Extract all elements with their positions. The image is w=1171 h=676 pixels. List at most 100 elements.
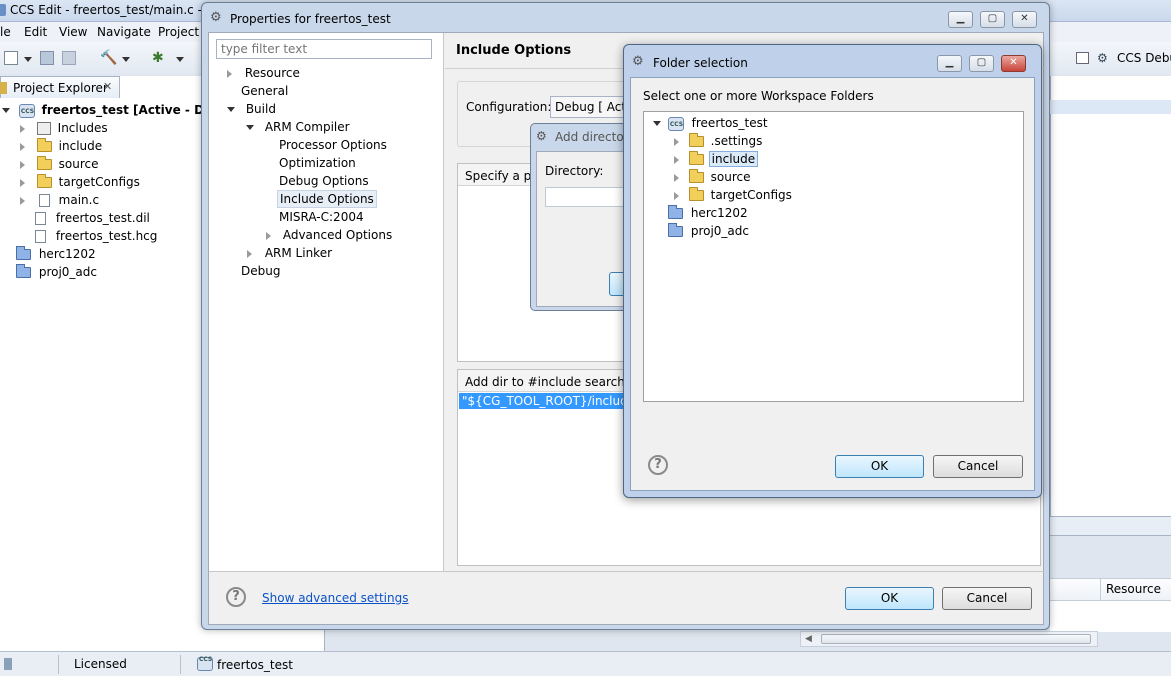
tree-item-targetconfigs[interactable]: targetConfigs (20, 173, 140, 191)
tree-item-hcg[interactable]: freertos_test.hcg (35, 227, 157, 245)
tree-item-include[interactable]: include (20, 137, 102, 155)
tree-item-herc1202[interactable]: herc1202 (16, 245, 96, 263)
build-dropdown-icon[interactable] (122, 57, 130, 62)
folder-item-source[interactable]: source (674, 168, 751, 186)
close-button[interactable]: ✕ (1012, 11, 1037, 28)
tree-item-dil[interactable]: freertos_test.dil (35, 209, 150, 227)
close-icon[interactable]: ✕ (103, 80, 112, 93)
expand-icon[interactable] (20, 160, 25, 169)
tree-item-advanced-options[interactable]: Advanced Options (266, 226, 392, 244)
new-dropdown-icon[interactable] (24, 57, 32, 62)
folder-icon (36, 138, 52, 152)
tree-item-label: ARM Linker (264, 246, 333, 260)
expand-icon[interactable] (20, 178, 25, 187)
expand-icon[interactable] (674, 155, 679, 164)
folder-dialog-title: Folder selection (653, 56, 748, 70)
tree-item-label: include (708, 151, 759, 167)
tree-item-includes[interactable]: Includes (20, 119, 108, 137)
tree-item-source[interactable]: source (20, 155, 99, 173)
expand-icon[interactable] (20, 142, 25, 151)
scroll-thumb[interactable] (821, 634, 1091, 644)
scroll-left-icon[interactable]: ◀ (805, 634, 812, 644)
save-all-icon[interactable] (62, 51, 76, 65)
collapse-icon[interactable] (653, 121, 661, 126)
expand-icon[interactable] (2, 108, 10, 113)
expand-icon[interactable] (674, 191, 679, 200)
tree-item-label: Resource (244, 66, 300, 80)
tree-item-arm-linker[interactable]: ARM Linker (247, 244, 332, 262)
ccs-debug-perspective[interactable]: CCS Debu (1117, 51, 1171, 65)
tree-item-arm-compiler[interactable]: ARM Compiler (246, 118, 350, 136)
horizontal-scrollbar[interactable]: ◀ (800, 631, 1098, 647)
expand-icon[interactable] (266, 231, 271, 240)
folder-icon (688, 187, 704, 201)
file-icon (35, 212, 46, 225)
tree-item-label: Includes (57, 121, 108, 135)
menu-navigate[interactable]: Navigate (97, 25, 151, 39)
tree-item-main-c[interactable]: main.c (20, 191, 99, 209)
folder-item-proj0-adc[interactable]: proj0_adc (668, 222, 749, 240)
tree-item-include-options[interactable]: Include Options (277, 190, 377, 208)
folder-icon (688, 169, 704, 183)
ccs-project-icon (667, 116, 684, 134)
collapse-icon[interactable] (227, 107, 235, 112)
expand-icon[interactable] (247, 249, 252, 258)
tree-item-optimization[interactable]: Optimization (279, 154, 356, 172)
open-perspective-icon[interactable] (1076, 52, 1089, 64)
tree-item-resource[interactable]: Resource (227, 64, 300, 82)
maximize-button[interactable]: ▢ (969, 55, 994, 72)
close-button[interactable]: ✕ (1001, 55, 1026, 72)
tree-item-label: Processor Options (279, 138, 387, 152)
cancel-button[interactable]: Cancel (942, 587, 1032, 610)
minimize-button[interactable]: ▁ (937, 55, 962, 72)
help-icon[interactable]: ? (226, 587, 246, 607)
expand-icon[interactable] (227, 69, 232, 78)
ok-button[interactable]: OK (845, 587, 934, 610)
folder-tree[interactable]: freertos_test .settings include source t (643, 111, 1024, 402)
include-entry: "${CG_TOOL_ROOT}/include" (462, 394, 641, 408)
tree-item-build[interactable]: Build (227, 100, 276, 118)
tree-item-label: targetConfigs (710, 188, 792, 202)
menu-edit[interactable]: Edit (24, 25, 47, 39)
expand-icon[interactable] (674, 173, 679, 182)
collapse-icon[interactable] (246, 125, 254, 130)
menu-project[interactable]: Project (158, 25, 199, 39)
closed-project-icon (16, 264, 31, 278)
tree-item-processor-options[interactable]: Processor Options (279, 136, 387, 154)
tree-item-proj0-adc[interactable]: proj0_adc (16, 263, 97, 281)
expand-icon[interactable] (20, 196, 25, 205)
project-explorer-icon (0, 82, 7, 94)
folder-item-freertos-test[interactable]: freertos_test (653, 114, 768, 134)
menu-file[interactable]: le (0, 25, 11, 39)
new-icon[interactable] (4, 51, 18, 65)
save-icon[interactable] (40, 51, 54, 65)
expand-icon[interactable] (20, 124, 25, 133)
debug-dropdown-icon[interactable] (176, 57, 184, 62)
column-header-resource[interactable]: Resource (1106, 582, 1161, 596)
tree-item-label: herc1202 (690, 206, 748, 220)
folder-item-settings[interactable]: .settings (674, 132, 762, 150)
tree-item-general[interactable]: General (241, 82, 288, 100)
maximize-button[interactable]: ▢ (980, 11, 1005, 28)
include-entry-row[interactable]: "${CG_TOOL_ROOT}/include" (459, 393, 641, 409)
folder-item-herc1202[interactable]: herc1202 (668, 204, 748, 222)
show-advanced-settings-link[interactable]: Show advanced settings (262, 591, 409, 605)
minimize-button[interactable]: ▁ (948, 11, 973, 28)
project-explorer-tab[interactable]: Project Explorer ✕ (0, 76, 120, 98)
debug-bug-icon[interactable]: ✱ (152, 50, 168, 66)
filter-input[interactable] (216, 39, 432, 59)
tree-item-misra[interactable]: MISRA-C:2004 (279, 208, 364, 226)
tree-item-debug[interactable]: Debug (241, 262, 280, 280)
folder-ok-button[interactable]: OK (835, 455, 924, 478)
tree-item-label: proj0_adc (690, 224, 749, 238)
expand-icon[interactable] (674, 137, 679, 146)
folder-item-targetconfigs[interactable]: targetConfigs (674, 186, 792, 204)
menu-view[interactable]: View (59, 25, 87, 39)
bottom-separator (209, 571, 1045, 572)
help-icon[interactable]: ? (648, 455, 668, 475)
folder-item-include[interactable]: include (674, 150, 759, 168)
project-explorer-tab-label: Project Explorer (13, 81, 108, 95)
tree-item-debug-options[interactable]: Debug Options (279, 172, 369, 190)
folder-cancel-button[interactable]: Cancel (933, 455, 1023, 478)
build-hammer-icon[interactable]: 🔨 (100, 50, 117, 66)
